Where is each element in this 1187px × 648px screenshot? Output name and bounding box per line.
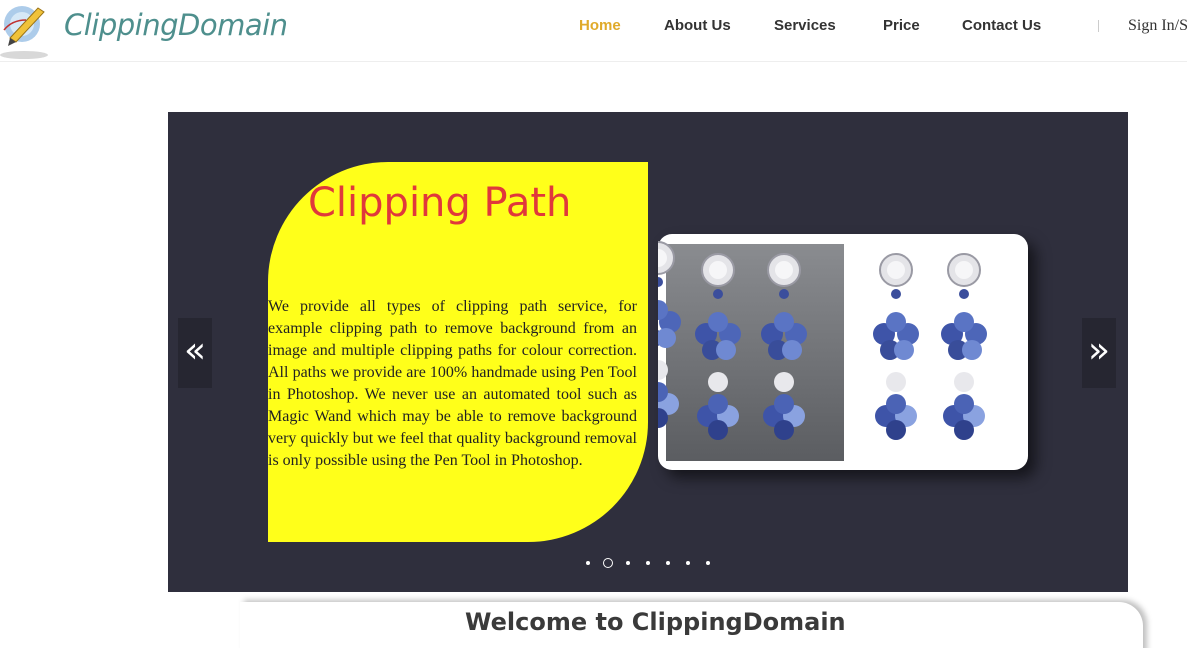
brand-logo-text[interactable]: ClippingDomain xyxy=(64,8,288,42)
site-header: ClippingDomain Home About Us Services Pr… xyxy=(0,0,1187,62)
hero-slider: Clipping Path We provide all types of cl… xyxy=(168,112,1128,592)
nav-home[interactable]: Home xyxy=(579,17,621,34)
prev-slide-button[interactable]: « xyxy=(178,318,212,388)
nav-divider xyxy=(1098,20,1099,32)
slide-description: We provide all types of clipping path se… xyxy=(268,298,637,469)
slide-dot[interactable] xyxy=(666,561,670,565)
before-after-image xyxy=(658,234,1028,470)
slide-dot[interactable] xyxy=(626,561,630,565)
nav-services[interactable]: Services xyxy=(774,17,836,34)
nav-about-us[interactable]: About Us xyxy=(664,17,731,34)
slide-dot[interactable] xyxy=(603,558,613,568)
sign-in-link[interactable]: Sign In/S xyxy=(1128,17,1187,35)
earrings-image xyxy=(658,241,988,441)
slide-dot[interactable] xyxy=(706,561,710,565)
slide-title: Clipping Path xyxy=(308,180,572,226)
nav-price[interactable]: Price xyxy=(883,17,920,34)
welcome-title: Welcome to ClippingDomain xyxy=(465,608,846,636)
slide-dot[interactable] xyxy=(646,561,650,565)
slide-dot[interactable] xyxy=(686,561,690,565)
slide-dot[interactable] xyxy=(586,561,590,565)
next-slide-button[interactable]: » xyxy=(1082,318,1116,388)
pen-logo-icon[interactable] xyxy=(0,0,52,62)
nav-contact-us[interactable]: Contact Us xyxy=(962,17,1041,34)
